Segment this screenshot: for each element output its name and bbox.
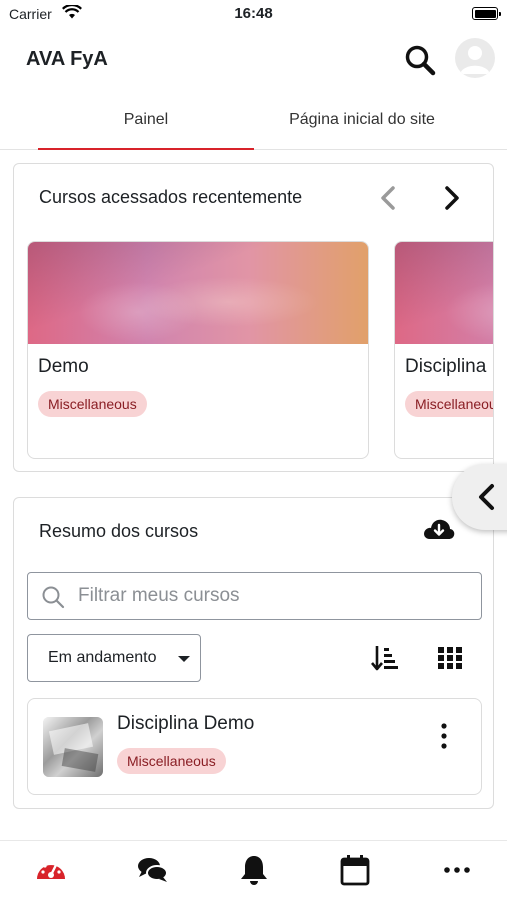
chevron-right-icon[interactable] [434, 181, 468, 215]
bottom-navigation [0, 840, 507, 900]
course-filter-input[interactable] [78, 579, 468, 613]
recent-courses-block: Cursos acessados recentemente Demo Misce… [13, 163, 494, 472]
course-image [395, 242, 493, 344]
status-bar: Carrier 16:48 [0, 0, 507, 30]
calendar-icon[interactable] [338, 853, 372, 887]
clock: 16:48 [234, 5, 273, 22]
course-status-value: Em andamento [48, 649, 157, 666]
tab-site-home-label: Página inicial do site [289, 110, 435, 128]
category-badge: Miscellaneous [117, 748, 226, 774]
grid-view-icon[interactable] [435, 643, 465, 673]
course-status-select[interactable]: Em andamento [27, 634, 201, 682]
messages-icon[interactable] [136, 853, 170, 887]
notifications-icon[interactable] [237, 853, 271, 887]
course-image [28, 242, 368, 344]
category-badge: Miscellaneous [38, 391, 147, 417]
search-icon[interactable] [402, 42, 438, 78]
course-list-item[interactable]: Disciplina Demo Miscellaneous [27, 698, 482, 795]
sort-icon[interactable] [370, 643, 400, 673]
caret-down-icon [178, 656, 190, 662]
course-thumbnail [43, 717, 103, 777]
tab-painel[interactable]: Painel [38, 90, 254, 150]
course-overview-block: Resumo dos cursos Em andamento [13, 497, 494, 809]
course-name: Disciplina Demo [117, 713, 255, 734]
chevron-left-icon[interactable] [372, 181, 406, 215]
course-name: Demo [38, 356, 89, 377]
user-avatar-icon[interactable] [455, 38, 495, 78]
course-filter-field[interactable] [27, 572, 482, 620]
tab-painel-label: Painel [123, 110, 169, 128]
recent-courses-title: Cursos acessados recentemente [39, 187, 303, 207]
cloud-download-icon[interactable] [422, 515, 456, 545]
battery-icon [472, 7, 501, 20]
more-icon[interactable] [440, 853, 474, 887]
app-header: AVA FyA [0, 30, 507, 90]
app-title: AVA FyA [26, 48, 108, 70]
main-tabs: Painel Página inicial do site [0, 90, 507, 150]
course-overview-title: Resumo dos cursos [39, 521, 199, 541]
category-badge: Miscellaneous [405, 391, 493, 417]
more-vertical-icon[interactable] [438, 721, 450, 751]
recent-course-card[interactable]: Disciplina Demo Miscellaneous [394, 241, 493, 459]
course-name: Disciplina Demo [405, 356, 493, 377]
recent-course-card[interactable]: Demo Miscellaneous [27, 241, 369, 459]
dashboard-icon[interactable] [34, 853, 68, 887]
chevron-left-icon [479, 484, 494, 510]
tab-site-home[interactable]: Página inicial do site [254, 90, 470, 149]
search-icon [42, 586, 65, 609]
